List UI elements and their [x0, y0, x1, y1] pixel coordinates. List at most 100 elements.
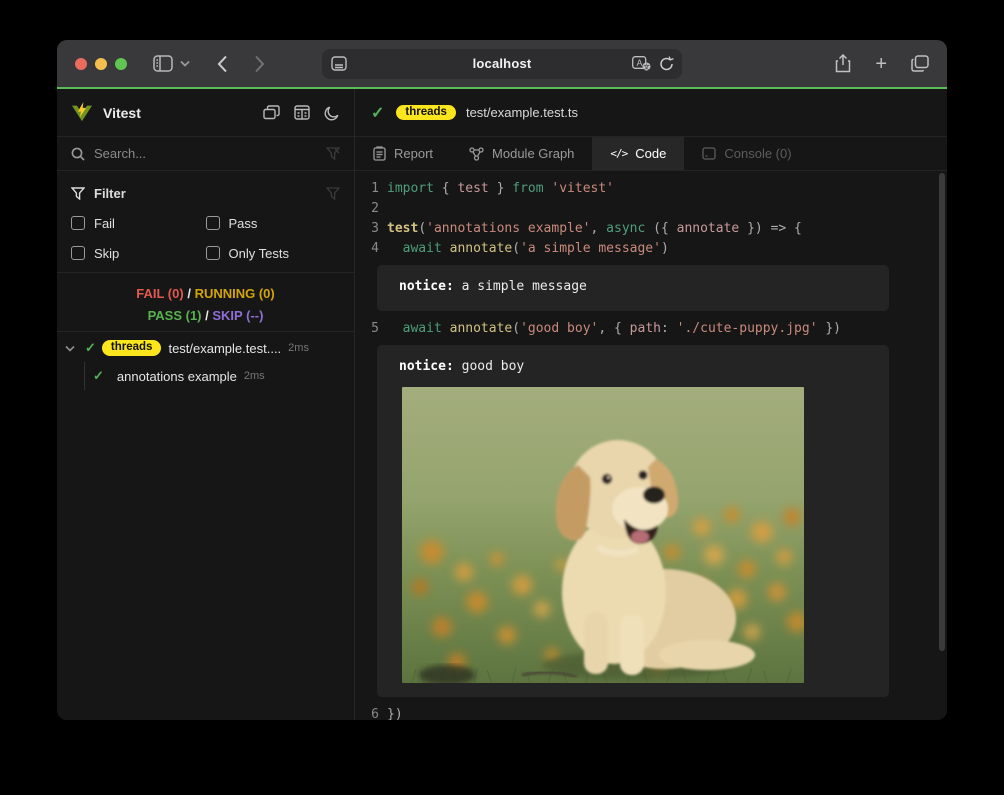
module-graph-icon	[469, 147, 484, 161]
reload-icon[interactable]	[659, 56, 674, 72]
back-button[interactable]	[217, 55, 228, 73]
dashboard-icon[interactable]	[294, 105, 310, 121]
code-line: 4 await annotate('a simple message')	[355, 239, 947, 259]
test-file-name: test/example.test....	[168, 341, 281, 356]
tab-label: Code	[635, 146, 666, 161]
app-title: Vitest	[103, 105, 141, 121]
tab-console[interactable]: Console (0)	[684, 137, 809, 170]
annotation-label: notice:	[399, 359, 454, 374]
main-panel: ✓ threads test/example.test.ts Report Mo…	[355, 89, 947, 720]
line-number: 6	[359, 705, 379, 720]
line-number: 4	[359, 239, 379, 259]
console-icon	[702, 147, 716, 160]
code-line: 5 await annotate('good boy', { path: './…	[355, 319, 947, 339]
annotation-notice: notice: a simple message	[377, 265, 889, 311]
filter-checkbox-skip[interactable]: Skip	[71, 242, 206, 264]
pass-check-icon: ✓	[85, 340, 96, 356]
tab-label: Console (0)	[724, 146, 791, 161]
filter-option-label: Pass	[229, 216, 258, 231]
annotation-message: good boy	[454, 359, 524, 374]
annotation-label: notice:	[399, 279, 454, 294]
pool-badge: threads	[396, 105, 456, 121]
checkbox-icon[interactable]	[206, 216, 220, 230]
sidebar-toggle-icon[interactable]	[153, 55, 173, 72]
checkbox-icon[interactable]	[71, 246, 85, 260]
share-icon[interactable]	[835, 54, 851, 74]
clear-search-filter-icon[interactable]	[326, 147, 340, 160]
toolbar-divider	[198, 55, 199, 73]
filter-checkbox-pass[interactable]: Pass	[206, 212, 341, 234]
pass-check-icon: ✓	[93, 368, 104, 384]
line-number: 2	[359, 199, 379, 219]
fail-count: FAIL (0)	[136, 286, 183, 301]
filter-icon	[71, 187, 85, 200]
checkbox-icon[interactable]	[206, 246, 220, 260]
close-window-button[interactable]	[75, 58, 87, 70]
line-number: 5	[359, 319, 379, 339]
test-case-name: annotations example	[117, 369, 237, 384]
puppy-photo	[402, 387, 804, 683]
test-file-row[interactable]: ✓ threads test/example.test.... 2ms	[57, 334, 354, 362]
filter-option-label: Only Tests	[229, 246, 289, 261]
tab-report[interactable]: Report	[355, 137, 451, 170]
collapse-windows-icon[interactable]	[263, 105, 280, 121]
filter-option-label: Fail	[94, 216, 115, 231]
translate-icon[interactable]: A文	[632, 56, 651, 71]
test-duration: 2ms	[288, 342, 309, 354]
annotation-notice-with-image: notice: good boy	[377, 345, 889, 697]
browser-toolbar: localhost A文 +	[57, 40, 947, 87]
svg-text:文: 文	[643, 62, 650, 71]
checkbox-icon[interactable]	[71, 216, 85, 230]
test-case-row[interactable]: ✓ annotations example 2ms	[57, 362, 354, 390]
url-host[interactable]: localhost	[322, 56, 682, 71]
tab-bar: Report Module Graph </> Code Console	[355, 137, 947, 171]
report-icon	[373, 146, 386, 161]
tree-guide-line	[84, 362, 85, 390]
vitest-logo-icon	[71, 102, 93, 123]
filter-checkbox-only-tests[interactable]: Only Tests	[206, 242, 341, 264]
pool-badge: threads	[102, 340, 162, 356]
address-bar[interactable]: localhost A文	[322, 49, 682, 79]
line-number: 1	[359, 179, 379, 199]
code-line: 6})	[355, 705, 947, 720]
line-number: 3	[359, 219, 379, 239]
zoom-window-button[interactable]	[115, 58, 127, 70]
window-controls	[75, 58, 127, 70]
running-count: RUNNING (0)	[195, 286, 275, 301]
editor-scrollbar[interactable]	[939, 173, 945, 651]
code-line: 3test('annotations example', async ({ an…	[355, 219, 947, 239]
tab-module-graph[interactable]: Module Graph	[451, 137, 592, 170]
sidebar-chevron-down-icon[interactable]	[180, 60, 190, 67]
pass-count: PASS (1)	[148, 308, 202, 323]
browser-window: localhost A文 +	[57, 40, 947, 720]
file-header: ✓ threads test/example.test.ts	[355, 89, 947, 137]
pass-check-icon: ✓	[371, 103, 384, 123]
filter-checkbox-fail[interactable]: Fail	[71, 212, 206, 234]
filter-option-label: Skip	[94, 246, 119, 261]
search-icon	[71, 147, 85, 161]
file-path: test/example.test.ts	[466, 105, 578, 120]
code-icon: </>	[610, 147, 627, 160]
forward-button[interactable]	[254, 55, 265, 73]
tab-label: Module Graph	[492, 146, 574, 161]
test-duration: 2ms	[244, 370, 265, 382]
page-settings-icon[interactable]	[331, 56, 347, 71]
test-tree: ✓ threads test/example.test.... 2ms ✓ an…	[57, 332, 354, 390]
new-tab-button[interactable]: +	[875, 54, 887, 74]
code-editor[interactable]: 1import { test } from 'vitest' 2 3test('…	[355, 171, 947, 720]
sidebar: Vitest	[57, 89, 355, 720]
annotation-message: a simple message	[454, 279, 587, 294]
dark-mode-toggle-icon[interactable]	[324, 105, 340, 121]
filter-label: Filter	[94, 186, 126, 201]
test-status-summary: FAIL (0) / RUNNING (0) PASS (1) / SKIP (…	[57, 273, 354, 332]
tab-label: Report	[394, 146, 433, 161]
minimize-window-button[interactable]	[95, 58, 107, 70]
search-input[interactable]	[94, 146, 326, 161]
clear-filters-icon[interactable]	[326, 187, 340, 200]
chevron-down-icon[interactable]	[65, 345, 79, 352]
svg-text:A: A	[636, 58, 642, 68]
tab-overview-icon[interactable]	[911, 55, 929, 72]
filter-section: Filter Fail Pass Skip Only Tests	[57, 171, 354, 273]
skip-count: SKIP (--)	[212, 308, 263, 323]
tab-code[interactable]: </> Code	[592, 137, 684, 170]
